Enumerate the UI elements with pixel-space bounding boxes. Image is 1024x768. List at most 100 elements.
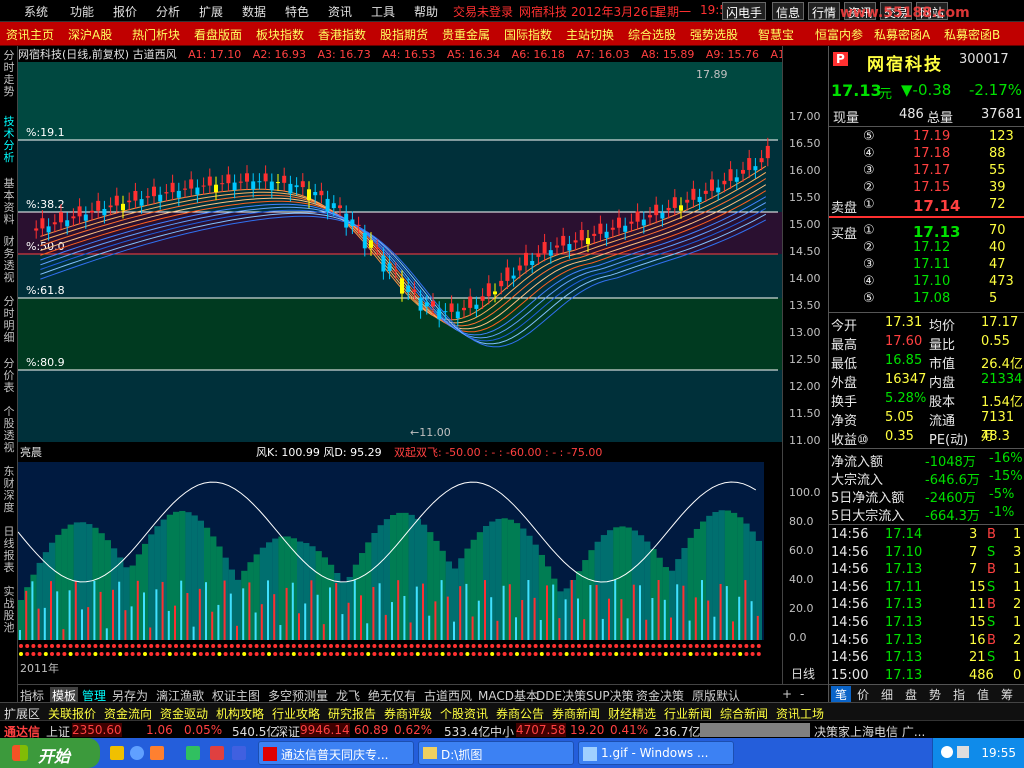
task-tdx[interactable]: 通达信普天同庆专...	[258, 741, 414, 765]
menu-quote[interactable]: 报价	[113, 3, 137, 20]
sub-area	[117, 557, 124, 640]
toolbar-item[interactable]: 综合选股	[628, 26, 676, 43]
signal-dot	[663, 652, 668, 656]
ma-label: A8: 15.89	[641, 48, 695, 61]
toolbar-item[interactable]: 智慧宝	[758, 26, 794, 43]
tab-stock-view[interactable]: 个股透视	[1, 406, 17, 454]
sub-bar	[180, 580, 183, 640]
tab-index[interactable]: 指	[953, 686, 965, 703]
tab-finance[interactable]: 财务透视	[1, 236, 17, 284]
network-icon[interactable]	[941, 746, 953, 758]
menu-help[interactable]: 帮助	[414, 3, 438, 20]
plus-button[interactable]: +	[782, 687, 792, 701]
toolbar-item[interactable]: 热门析块	[132, 26, 180, 43]
toolbar-item[interactable]: 看盘版面	[194, 26, 242, 43]
sub-bar	[112, 589, 114, 640]
tick-volume: 486	[969, 667, 994, 683]
sub-bar	[546, 585, 548, 640]
signal-dot	[651, 652, 656, 656]
stat-label: PE(动)	[929, 433, 969, 448]
start-button[interactable]: 开始	[0, 738, 100, 768]
app-icon[interactable]	[186, 746, 200, 760]
tick-count: 3	[1013, 544, 1022, 560]
app-icon[interactable]	[150, 746, 164, 760]
signal-dot	[378, 652, 383, 656]
signal-dot	[620, 652, 625, 656]
zongliang-label: 总量	[927, 111, 954, 126]
quote-button[interactable]: 行情	[808, 2, 841, 20]
candle-body	[455, 311, 460, 319]
signal-dot	[608, 652, 612, 656]
toolbar-item[interactable]: 香港指数	[318, 26, 366, 43]
tab-depth[interactable]: 东财深度	[1, 466, 17, 514]
tab-price[interactable]: 价	[857, 686, 869, 703]
info-button[interactable]: 信息	[772, 2, 805, 20]
app-icon[interactable]	[232, 746, 246, 760]
toolbar-item[interactable]: 主站切换	[566, 26, 614, 43]
tab-value[interactable]: 值	[977, 686, 989, 703]
signal-dot	[707, 644, 712, 648]
sub-bar	[211, 611, 214, 640]
signal-dot	[546, 644, 550, 648]
quicklaunch-icon[interactable]	[110, 746, 124, 760]
sub-area	[669, 570, 676, 640]
tab-chips[interactable]: 筹	[1001, 686, 1013, 703]
candle-body	[685, 199, 690, 203]
menu-special[interactable]: 特色	[285, 3, 309, 20]
flash-button[interactable]: 闪电手	[722, 2, 767, 20]
toolbar-item[interactable]: 恒富内参	[815, 26, 863, 43]
sub-area	[631, 530, 638, 640]
menu-analysis[interactable]: 分析	[156, 3, 180, 20]
tab-board[interactable]: 盘	[905, 686, 917, 703]
task-viewer[interactable]: 1.gif - Windows ...	[578, 741, 734, 765]
candle-body	[90, 210, 94, 213]
ie-icon[interactable]	[130, 746, 144, 760]
candle-body	[83, 214, 88, 221]
volume-icon[interactable]	[957, 746, 969, 758]
toolbar-item[interactable]: 国际指数	[504, 26, 552, 43]
sub-bar	[353, 580, 356, 640]
tab-basic[interactable]: 基本资料	[1, 178, 17, 226]
sub-bar	[527, 580, 530, 640]
menu-system[interactable]: 系统	[24, 3, 48, 20]
tab-detail[interactable]: 细	[881, 686, 893, 703]
sub-area	[588, 550, 595, 640]
sub-area	[427, 532, 434, 640]
toolbar-item[interactable]: 深沪A股	[68, 26, 112, 43]
toolbar-item[interactable]: 私募密函B	[944, 26, 1000, 43]
period-label[interactable]: 日线	[791, 667, 815, 681]
toolbar-item[interactable]: 板块指数	[256, 26, 304, 43]
tab-trend[interactable]: 势	[929, 686, 941, 703]
task-folder[interactable]: D:\抓图	[418, 741, 574, 765]
task-label: 1.gif - Windows ...	[601, 746, 709, 760]
ask-row: ③ 17.17 55	[829, 162, 1024, 180]
tab-price-table[interactable]: 分价表	[1, 358, 17, 394]
tick-row: 14:56 17.13 15 S 1	[829, 614, 1024, 632]
chart-area[interactable]: 网宿科技(日线,前复权) 古道西风 A1: 17.10 A2: 16.93 A3…	[18, 46, 792, 684]
candlestick-chart[interactable]: %:19.1 %:38.2 %:50.0 %:61.8 %:80.9 17.89…	[18, 62, 782, 684]
candle-body	[635, 211, 640, 222]
signal-dot	[713, 644, 718, 648]
menu-news[interactable]: 资讯	[328, 3, 352, 20]
tab-detail[interactable]: 分时明细	[1, 296, 17, 344]
menu-function[interactable]: 功能	[70, 3, 94, 20]
tab-trades[interactable]: 笔	[831, 686, 852, 703]
tab-daily-report[interactable]: 日线报表	[1, 526, 17, 574]
menu-tools[interactable]: 工具	[371, 3, 395, 20]
tab-technical[interactable]: 技术分析	[1, 116, 17, 164]
toolbar-item[interactable]: 私募密函A	[874, 26, 930, 43]
toolbar-item[interactable]: 强势选股	[690, 26, 738, 43]
signal-dot	[539, 644, 544, 648]
minus-button[interactable]: -	[800, 687, 804, 701]
tab-stock-pool[interactable]: 实战股池	[1, 586, 17, 634]
menu-data[interactable]: 数据	[242, 3, 266, 20]
tab-intraday[interactable]: 分时走势	[1, 50, 17, 98]
signal-dot	[639, 652, 643, 656]
app-icon[interactable]	[210, 746, 224, 760]
signal-dot	[701, 644, 705, 648]
menu-extend[interactable]: 扩展	[199, 3, 223, 20]
toolbar-item[interactable]: 贵重金属	[442, 26, 490, 43]
toolbar-item[interactable]: 股指期货	[380, 26, 428, 43]
toolbar-item[interactable]: 资讯主页	[6, 26, 54, 43]
signal-dot	[465, 652, 470, 656]
